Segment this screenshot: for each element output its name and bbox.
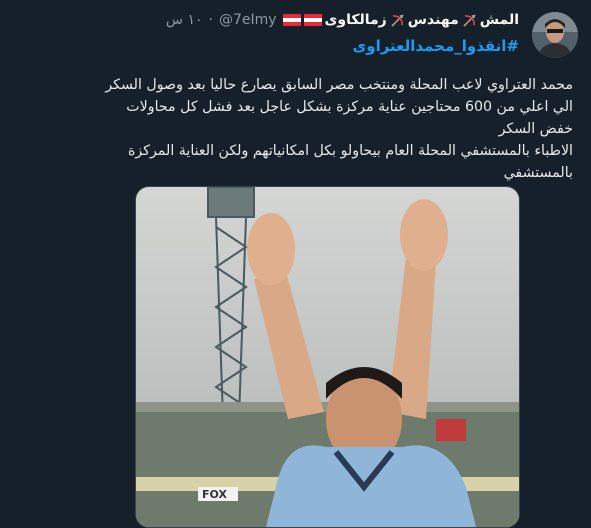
tweet-media-photo[interactable]: FOX	[135, 186, 520, 528]
tweet-line: بالمستشفي	[503, 165, 573, 181]
user-handle[interactable]: @7eImy	[219, 12, 277, 28]
tweet-line: خفض السكر	[498, 121, 573, 137]
display-name-title: مهندس	[407, 12, 459, 28]
tweet-line: محمد العتراوي لاعب المحلة ومنتخب مصر الس…	[105, 77, 573, 93]
tweet-header: المش مهندس زمالكاوى @7eImy · ١٠ س	[166, 12, 519, 28]
tweet-text: محمد العتراوي لاعب المحلة ومنتخب مصر الس…	[18, 74, 573, 184]
bow-and-arrow-icon	[391, 13, 404, 27]
separator-dot: ·	[208, 12, 213, 28]
austria-flag-icon	[303, 14, 322, 26]
avatar[interactable]	[532, 12, 578, 58]
tweet-line: الاطباء بالمستشفي المحلة العام بيحاولو ب…	[127, 143, 573, 159]
bow-and-arrow-icon	[463, 13, 476, 27]
display-name-text: المش	[479, 12, 519, 28]
display-name-club: زمالكاوى	[324, 12, 387, 28]
tweet-line: الي اعلي من 600 محتاجين عناية مركزة بشكل…	[126, 99, 573, 115]
fox-banner-text: FOX	[202, 488, 227, 501]
avatar-image	[532, 12, 578, 58]
austria-flag-icon	[282, 14, 301, 26]
timestamp[interactable]: ١٠ س	[166, 12, 203, 28]
hashtag-link[interactable]: #انقذوا_محمدالعتراوى	[353, 37, 520, 55]
player-photo: FOX	[136, 187, 519, 527]
display-name[interactable]: المش مهندس زمالكاوى	[282, 12, 519, 28]
